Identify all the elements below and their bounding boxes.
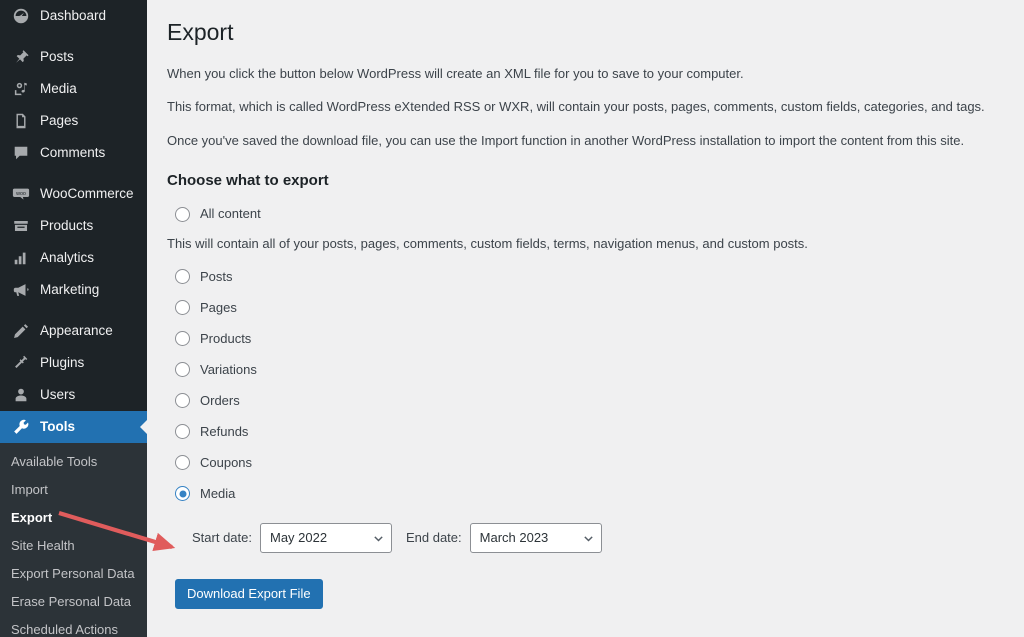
sidebar-item-tools[interactable]: Tools — [0, 411, 148, 443]
sidebar-item-label: Plugins — [40, 355, 85, 370]
end-date-value: March 2023 — [479, 530, 549, 546]
submenu-item-export-personal-data[interactable]: Export Personal Data — [0, 560, 147, 588]
users-icon — [11, 385, 31, 405]
radio-pages[interactable] — [175, 300, 190, 316]
option-label[interactable]: All content — [200, 203, 261, 225]
choose-what-to-export-heading: Choose what to export — [167, 172, 329, 190]
submenu-item-scheduled-actions[interactable]: Scheduled Actions — [0, 616, 147, 637]
radio-refunds[interactable] — [175, 424, 190, 440]
comments-icon — [11, 143, 31, 163]
sidebar-item-label: Appearance — [40, 323, 113, 338]
chevron-down-icon — [373, 533, 383, 543]
sidebar-item-label: Marketing — [40, 282, 100, 297]
option-row-pages[interactable]: Pages — [167, 297, 1004, 319]
svg-text:woo: woo — [15, 191, 26, 197]
export-description-2: This format, which is called WordPress e… — [167, 99, 985, 115]
option-label[interactable]: Variations — [200, 359, 257, 381]
sidebar-item-pages[interactable]: Pages — [0, 105, 147, 137]
pin-icon — [11, 47, 31, 67]
start-date-label: Start date: — [192, 530, 252, 546]
radio-media[interactable] — [175, 486, 190, 502]
sidebar-item-label: Dashboard — [40, 8, 107, 23]
option-row-refunds[interactable]: Refunds — [167, 421, 1004, 443]
sidebar-divider — [0, 306, 147, 315]
submenu-item-available-tools[interactable]: Available Tools — [0, 448, 147, 476]
sidebar-item-comments[interactable]: Comments — [0, 137, 147, 169]
radio-variations[interactable] — [175, 362, 190, 378]
radio-coupons[interactable] — [175, 455, 190, 471]
appearance-brush-icon — [11, 321, 31, 341]
start-date-select[interactable]: May 2022 — [259, 522, 392, 553]
sidebar-item-woocommerce[interactable]: woo WooCommerce — [0, 178, 147, 210]
sidebar-item-posts[interactable]: Posts — [0, 41, 147, 73]
option-row-all-content[interactable]: All content — [167, 203, 1004, 225]
sidebar-item-users[interactable]: Users — [0, 379, 147, 411]
radio-products[interactable] — [175, 331, 190, 347]
sidebar-divider — [0, 169, 147, 178]
start-date-value: May 2022 — [269, 530, 328, 546]
export-main-content: Export When you click the button below W… — [147, 0, 1024, 637]
products-icon — [11, 216, 31, 236]
radio-orders[interactable] — [175, 393, 190, 409]
pages-icon — [11, 111, 31, 131]
sidebar-item-dashboard[interactable]: Dashboard — [0, 0, 147, 32]
marketing-megaphone-icon — [11, 280, 31, 300]
option-row-coupons[interactable]: Coupons — [167, 452, 1004, 474]
radio-all-content[interactable] — [175, 206, 190, 222]
option-row-variations[interactable]: Variations — [167, 359, 1004, 381]
end-date-label: End date: — [405, 530, 462, 546]
analytics-icon — [11, 248, 31, 268]
all-content-hint: This will contain all of your posts, pag… — [167, 236, 808, 252]
download-export-file-button[interactable]: Download Export File — [175, 578, 323, 609]
admin-sidebar: Dashboard Posts Media Pages Comments woo… — [0, 0, 148, 637]
sidebar-item-analytics[interactable]: Analytics — [0, 242, 147, 274]
wordpress-admin-export-page: Dashboard Posts Media Pages Comments woo… — [0, 0, 1024, 637]
option-row-orders[interactable]: Orders — [167, 390, 1004, 412]
sidebar-item-media[interactable]: Media — [0, 73, 147, 105]
sidebar-item-appearance[interactable]: Appearance — [0, 315, 147, 347]
sidebar-item-label: Tools — [40, 419, 75, 434]
sidebar-item-label: Analytics — [40, 250, 95, 265]
plugins-icon — [11, 353, 31, 373]
submenu-item-export[interactable]: Export — [0, 504, 147, 532]
option-label[interactable]: Products — [200, 328, 251, 350]
sidebar-item-label: WooCommerce — [40, 186, 134, 201]
chevron-down-icon — [583, 533, 593, 543]
sidebar-item-label: Products — [40, 218, 94, 233]
sidebar-divider — [0, 32, 147, 41]
sidebar-item-label: Posts — [40, 49, 74, 64]
export-description-1: When you click the button below WordPres… — [167, 65, 744, 81]
dashboard-icon — [11, 6, 31, 26]
page-title: Export — [167, 19, 234, 45]
submenu-item-erase-personal-data[interactable]: Erase Personal Data — [0, 588, 147, 616]
sidebar-item-label: Media — [40, 81, 77, 96]
sidebar-item-marketing[interactable]: Marketing — [0, 274, 147, 306]
option-label[interactable]: Orders — [200, 390, 240, 412]
option-row-posts[interactable]: Posts — [167, 266, 1004, 288]
export-description-3: Once you've saved the download file, you… — [167, 132, 965, 148]
option-label[interactable]: Pages — [200, 297, 237, 319]
option-row-products[interactable]: Products — [167, 328, 1004, 350]
option-label[interactable]: Coupons — [200, 452, 252, 474]
option-label[interactable]: Posts — [200, 266, 233, 288]
option-label[interactable]: Refunds — [200, 421, 248, 443]
submenu-item-site-health[interactable]: Site Health — [0, 532, 147, 560]
option-label[interactable]: Media — [200, 483, 235, 505]
end-date-select[interactable]: March 2023 — [469, 522, 602, 553]
option-row-media[interactable]: Media — [167, 483, 1004, 505]
sidebar-item-label: Comments — [40, 145, 106, 160]
sidebar-item-label: Users — [40, 387, 76, 402]
media-icon — [11, 79, 31, 99]
tools-submenu: Available Tools Import Export Site Healt… — [0, 443, 147, 637]
tools-wrench-icon — [11, 417, 31, 437]
sidebar-item-plugins[interactable]: Plugins — [0, 347, 147, 379]
sidebar-item-label: Pages — [40, 113, 79, 128]
sidebar-item-products[interactable]: Products — [0, 210, 147, 242]
submenu-item-import[interactable]: Import — [0, 476, 147, 504]
date-range-row: Start date: May 2022 End date: March 202… — [192, 522, 1004, 553]
woocommerce-icon: woo — [11, 184, 31, 204]
radio-posts[interactable] — [175, 269, 190, 285]
